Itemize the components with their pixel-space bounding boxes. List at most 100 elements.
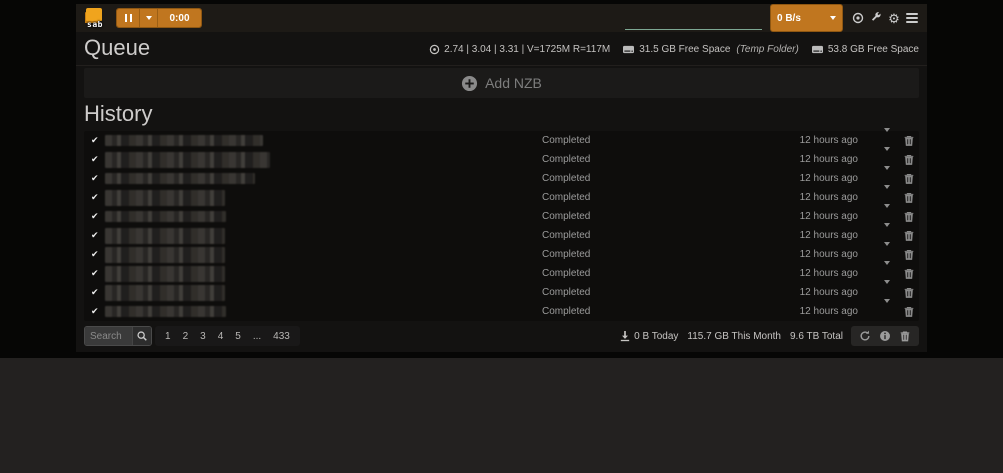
add-nzb-label: Add NZB	[485, 75, 542, 91]
page-button[interactable]: 433	[267, 331, 296, 342]
page-button[interactable]: ...	[247, 331, 267, 342]
refresh-button[interactable]	[857, 328, 873, 344]
queue-header: Queue 2.74 | 3.04 | 3.31 | V=1725M R=117…	[76, 32, 927, 66]
history-row[interactable]: ✔ Completed 12 hours ago	[84, 283, 919, 302]
history-actions	[851, 326, 919, 346]
history-row[interactable]: ✔ Completed 12 hours ago	[84, 188, 919, 207]
page-button[interactable]: 4	[212, 331, 230, 342]
age-label: 12 hours ago	[800, 173, 858, 184]
delete-row-button[interactable]	[903, 153, 915, 166]
sysload-stat: 2.74 | 3.04 | 3.31 | V=1725M R=117M	[429, 44, 610, 55]
trash-icon	[904, 191, 914, 204]
delete-row-button[interactable]	[903, 134, 915, 147]
navbar-icons: ⚙	[849, 9, 921, 27]
temp-free-space-value: 31.5 GB Free Space	[639, 44, 730, 55]
age-label: 12 hours ago	[800, 268, 858, 279]
history-item-name	[105, 247, 542, 263]
history-row[interactable]: ✔ Completed 12 hours ago	[84, 302, 919, 321]
history-footer: 12345...433 0 B Today 115.7 GB This Mont…	[84, 325, 919, 347]
hdd-icon	[622, 44, 635, 55]
page-button[interactable]: 2	[177, 331, 195, 342]
delete-row-button[interactable]	[903, 172, 915, 185]
temp-free-space-stat: 31.5 GB Free Space (Temp Folder)	[622, 44, 799, 55]
queue-title: Queue	[84, 35, 150, 61]
month-stat: 115.7 GB This Month	[687, 331, 781, 342]
speed-limit-button[interactable]: 0 B/s	[770, 4, 843, 32]
info-button[interactable]	[877, 328, 893, 344]
purge-history-button[interactable]	[897, 328, 913, 344]
delete-row-button[interactable]	[903, 286, 915, 299]
history-row[interactable]: ✔ Completed 12 hours ago	[84, 207, 919, 226]
search-icon	[136, 330, 148, 342]
check-icon[interactable]: ✔	[91, 287, 105, 298]
history-item-name	[105, 173, 542, 184]
delete-row-button[interactable]	[903, 305, 915, 318]
redacted-name	[105, 152, 270, 168]
redacted-name	[105, 211, 226, 222]
sab-logo[interactable]: sab	[84, 7, 106, 29]
trash-icon	[900, 330, 910, 342]
navbar: sab 0:00 0 B/s	[76, 4, 927, 32]
check-icon[interactable]: ✔	[91, 306, 105, 317]
pause-button[interactable]	[117, 9, 139, 27]
history-row[interactable]: ✔ Completed 12 hours ago	[84, 226, 919, 245]
add-nzb-dropzone[interactable]: Add NZB	[84, 68, 919, 98]
history-item-name	[105, 266, 542, 282]
history-header: History	[76, 98, 927, 131]
search-group	[84, 326, 152, 346]
check-icon[interactable]: ✔	[91, 154, 105, 165]
history-row[interactable]: ✔ Completed 12 hours ago	[84, 245, 919, 264]
age-label: 12 hours ago	[800, 249, 858, 260]
status-label: Completed	[542, 135, 800, 146]
download-icon	[620, 330, 630, 342]
check-icon[interactable]: ✔	[91, 192, 105, 203]
hdd-icon	[811, 44, 824, 55]
check-icon[interactable]: ✔	[91, 268, 105, 279]
status-label: Completed	[542, 154, 800, 165]
main-container: sab 0:00 0 B/s	[76, 4, 927, 352]
today-value: 0 B Today	[634, 331, 678, 342]
row-options-dropdown[interactable]	[884, 303, 890, 321]
check-icon[interactable]: ✔	[91, 249, 105, 260]
check-icon[interactable]: ✔	[91, 173, 105, 184]
menu-button[interactable]	[903, 9, 921, 27]
delete-row-button[interactable]	[903, 267, 915, 280]
history-row[interactable]: ✔ Completed 12 hours ago	[84, 169, 919, 188]
timer-button[interactable]: 0:00	[157, 9, 201, 27]
pause-options-dropdown[interactable]	[139, 9, 157, 27]
plus-circle-icon	[461, 75, 478, 92]
status-button[interactable]	[849, 9, 867, 27]
check-icon[interactable]: ✔	[91, 230, 105, 241]
redacted-name	[105, 173, 255, 184]
trash-icon	[904, 267, 914, 280]
history-row[interactable]: ✔ Completed 12 hours ago	[84, 264, 919, 283]
settings-wrench-button[interactable]	[867, 9, 885, 27]
status-target-icon	[852, 12, 864, 24]
check-icon[interactable]: ✔	[91, 135, 105, 146]
redacted-name	[105, 306, 226, 317]
hamburger-menu-icon	[906, 13, 918, 23]
age-label: 12 hours ago	[800, 287, 858, 298]
page-button[interactable]: 3	[194, 331, 212, 342]
chevron-down-icon	[884, 147, 890, 168]
delete-row-button[interactable]	[903, 248, 915, 261]
search-input[interactable]	[85, 327, 132, 345]
delete-row-button[interactable]	[903, 210, 915, 223]
config-gear-button[interactable]: ⚙	[885, 9, 903, 27]
gear-icon: ⚙	[888, 12, 900, 25]
page-button[interactable]: 1	[159, 331, 177, 342]
age-label: 12 hours ago	[800, 211, 858, 222]
status-label: Completed	[542, 287, 800, 298]
redacted-name	[105, 285, 225, 301]
age-label: 12 hours ago	[800, 306, 858, 317]
history-row[interactable]: ✔ Completed 12 hours ago	[84, 131, 919, 150]
pause-button-group: 0:00	[116, 8, 202, 28]
delete-row-button[interactable]	[903, 191, 915, 204]
temp-folder-note: (Temp Folder)	[736, 44, 798, 55]
history-row[interactable]: ✔ Completed 12 hours ago	[84, 150, 919, 169]
delete-row-button[interactable]	[903, 229, 915, 242]
search-button[interactable]	[132, 327, 151, 345]
status-label: Completed	[542, 249, 800, 260]
check-icon[interactable]: ✔	[91, 211, 105, 222]
page-button[interactable]: 5	[229, 331, 247, 342]
